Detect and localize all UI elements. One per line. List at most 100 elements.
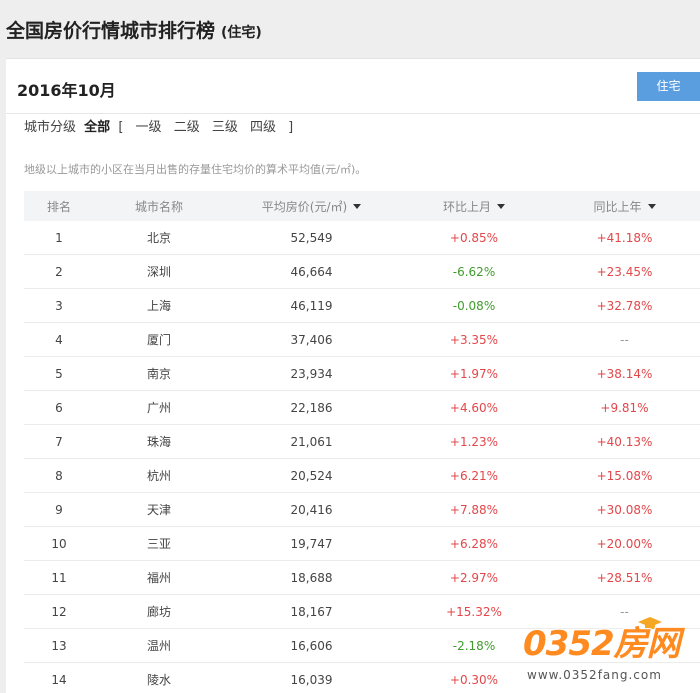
table-row[interactable]: 4 厦门 37,406 +3.35% -- <box>24 323 700 357</box>
table-row[interactable]: 7 珠海 21,061 +1.23% +40.13% <box>24 425 700 459</box>
page-title: 全国房价行情城市排行榜 (住宅) <box>6 16 262 43</box>
rank-cell: 1 <box>55 230 63 245</box>
price-cell: 46,119 <box>290 298 333 313</box>
city-cell: 天津 <box>146 503 171 517</box>
ranking-panel: 2016年10月 住宅 城市分级 全部 [ 一级 二级 三级 四级 ] 地级以上… <box>6 58 700 693</box>
rank-cell: 14 <box>51 672 67 687</box>
price-cell: 18,688 <box>290 570 333 585</box>
price-cell: 52,549 <box>290 230 333 245</box>
rank-cell: 8 <box>55 468 63 483</box>
price-cell: 46,664 <box>290 264 333 279</box>
table-row[interactable]: 9 天津 20,416 +7.88% +30.08% <box>24 493 700 527</box>
price-cell: 16,039 <box>290 672 333 687</box>
table-row[interactable]: 1 北京 52,549 +0.85% +41.18% <box>24 221 700 255</box>
table-row[interactable]: 2 深圳 46,664 -6.62% +23.45% <box>24 255 700 289</box>
city-cell: 陵水 <box>146 673 171 687</box>
city-cell: 广州 <box>146 401 171 415</box>
mom-cell: +4.60% <box>449 400 499 415</box>
price-cell: 22,186 <box>290 400 333 415</box>
sort-down-icon <box>647 203 656 209</box>
mom-cell: +6.21% <box>449 468 499 483</box>
price-cell: 23,934 <box>290 366 333 381</box>
city-cell: 廊坊 <box>146 605 171 619</box>
mom-cell: +0.85% <box>449 230 499 245</box>
filter-label: 城市分级 <box>24 120 77 135</box>
city-cell: 北京 <box>146 231 171 245</box>
rank-cell: 5 <box>55 366 63 381</box>
table-row[interactable]: 6 广州 22,186 +4.60% +9.81% <box>24 391 700 425</box>
mom-cell: +1.97% <box>449 366 499 381</box>
table-row[interactable]: 5 南京 23,934 +1.97% +38.14% <box>24 357 700 391</box>
mom-cell: -0.08% <box>452 298 496 313</box>
rank-cell: 6 <box>55 400 63 415</box>
mom-cell: +3.35% <box>449 332 499 347</box>
yoy-cell: +30.08% <box>596 502 653 517</box>
city-cell: 深圳 <box>146 265 171 279</box>
page-title-text: 全国房价行情城市排行榜 <box>6 20 216 42</box>
mom-cell: -6.62% <box>452 264 496 279</box>
rank-cell: 13 <box>51 638 67 653</box>
price-cell: 18,167 <box>290 604 333 619</box>
mom-cell: +2.97% <box>449 570 499 585</box>
yoy-cell: +28.51% <box>596 570 653 585</box>
table-header: 排名 城市名称 平均房价(元/㎡) 环比上月 同比上年 <box>24 191 700 221</box>
yoy-cell: -- <box>620 332 629 347</box>
month-label: 2016年10月 <box>17 81 116 100</box>
price-cell: 21,061 <box>290 434 333 449</box>
rank-cell: 11 <box>51 570 67 585</box>
mom-cell: +6.28% <box>449 536 499 551</box>
table-row[interactable]: 8 杭州 20,524 +6.21% +15.08% <box>24 459 700 493</box>
filter-bracket-close: ] <box>288 120 294 135</box>
filter-level-3[interactable]: 三级 <box>212 120 238 135</box>
table-row[interactable]: 11 福州 18,688 +2.97% +28.51% <box>24 561 700 595</box>
rank-cell: 7 <box>55 434 63 449</box>
table-row[interactable]: 3 上海 46,119 -0.08% +32.78% <box>24 289 700 323</box>
yoy-cell: +32.78% <box>596 298 653 313</box>
sort-down-icon <box>353 203 362 209</box>
price-cell: 20,416 <box>290 502 333 517</box>
table-row[interactable]: 10 三亚 19,747 +6.28% +20.00% <box>24 527 700 561</box>
col-mom-sort[interactable]: 环比上月 <box>399 191 549 221</box>
yoy-cell: +9.81% <box>600 400 649 415</box>
yoy-cell: +20.00% <box>596 536 653 551</box>
col-city: 城市名称 <box>134 199 183 214</box>
price-cell: 37,406 <box>290 332 333 347</box>
page-subtitle: (住宅) <box>221 25 262 41</box>
filter-all[interactable]: 全部 <box>84 120 110 135</box>
yoy-cell: +15.08% <box>596 468 653 483</box>
residential-button[interactable]: 住宅 <box>637 72 700 101</box>
col-price-sort[interactable]: 平均房价(元/㎡) <box>224 191 399 221</box>
price-note: 地级以上城市的小区在当月出售的存量住宅均价的算术平均值(元/㎡)。 <box>24 163 367 176</box>
mom-cell: +7.88% <box>449 502 499 517</box>
price-cell: 16,606 <box>290 638 333 653</box>
watermark-url: www.0352fang.com <box>527 668 662 682</box>
city-cell: 上海 <box>146 299 171 313</box>
mom-cell: +1.23% <box>449 434 499 449</box>
city-cell: 珠海 <box>146 435 171 449</box>
filter-level-2[interactable]: 二级 <box>174 120 200 135</box>
rank-cell: 2 <box>55 264 63 279</box>
filter-level-4[interactable]: 四级 <box>250 120 276 135</box>
city-cell: 厦门 <box>146 333 171 347</box>
price-cell: 19,747 <box>290 536 333 551</box>
rank-cell: 10 <box>51 536 67 551</box>
panel-header: 2016年10月 住宅 <box>6 59 700 114</box>
city-cell: 福州 <box>146 571 171 585</box>
city-cell: 温州 <box>146 639 171 653</box>
city-cell: 杭州 <box>146 469 171 483</box>
city-cell: 三亚 <box>146 537 171 551</box>
rank-cell: 3 <box>55 298 63 313</box>
filter-level-1[interactable]: 一级 <box>136 120 162 135</box>
yoy-cell: +23.45% <box>596 264 653 279</box>
yoy-cell: +41.18% <box>596 230 653 245</box>
price-cell: 20,524 <box>290 468 333 483</box>
site-watermark: 0352房网 www.0352fang.com <box>523 616 700 692</box>
city-cell: 南京 <box>146 367 171 381</box>
rank-cell: 4 <box>55 332 63 347</box>
yoy-cell: +38.14% <box>596 366 653 381</box>
sort-down-icon <box>497 203 505 209</box>
rank-cell: 9 <box>55 502 63 517</box>
filter-bracket-open: [ <box>118 120 124 135</box>
rank-cell: 12 <box>51 604 67 619</box>
col-yoy-sort[interactable]: 同比上年 <box>549 191 700 221</box>
